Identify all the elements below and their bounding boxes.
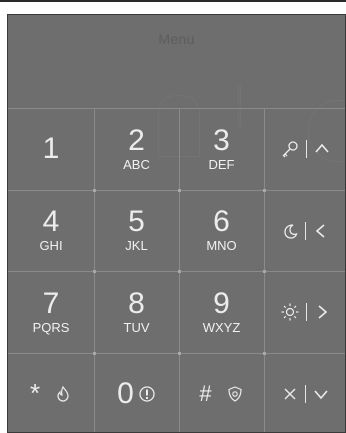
- keypad-grid: 1 2 ABC 3 DEF 4 GHI 5 JKL 6 MNO 7 PQRS 8…: [8, 108, 345, 432]
- key-hash[interactable]: #: [179, 353, 264, 432]
- grid-dot: [263, 189, 266, 192]
- key-digit: 7: [42, 286, 60, 320]
- keypad-panel: Menu 1 2 ABC 3 DEF 4 GHI 5 JKL 6 MNO 7 P…: [7, 14, 346, 433]
- divider: [306, 140, 307, 158]
- key-star[interactable]: *: [8, 353, 94, 432]
- emergency-icon: [139, 385, 155, 402]
- shield-icon: [228, 385, 242, 402]
- key-2[interactable]: 2 ABC: [94, 108, 179, 190]
- moon-icon: [284, 223, 298, 239]
- grid-dot: [263, 270, 266, 273]
- close-icon: [284, 388, 296, 399]
- key-digit: 3: [213, 123, 230, 157]
- side-key-right[interactable]: [264, 271, 345, 353]
- key-digit: 2: [128, 123, 145, 157]
- grid-dot: [93, 270, 96, 273]
- key-7[interactable]: 7 PQRS: [8, 271, 94, 353]
- key-digit: 6: [213, 205, 230, 238]
- menu-title: Menu: [158, 31, 195, 47]
- zero-digit: 0: [117, 376, 134, 410]
- key-digit: 1: [42, 131, 60, 165]
- divider: [306, 303, 307, 321]
- top-border: [0, 0, 346, 2]
- sun-icon: [281, 303, 299, 321]
- star-symbol: *: [29, 378, 41, 408]
- key-letters: JKL: [125, 238, 148, 253]
- side-key-up[interactable]: [264, 108, 345, 190]
- key-digit: 8: [128, 286, 145, 320]
- key-1[interactable]: 1: [8, 108, 94, 190]
- key-letters: GHI: [39, 238, 63, 253]
- chevron-left-icon: [315, 223, 325, 238]
- key-icon: [282, 141, 298, 158]
- key-4[interactable]: 4 GHI: [8, 190, 94, 271]
- chevron-right-icon: [318, 305, 328, 319]
- key-letters: WXYZ: [202, 319, 241, 335]
- grid-dot: [93, 189, 96, 192]
- hash-symbol: #: [199, 380, 212, 406]
- key-digit: 4: [42, 205, 60, 238]
- key-letters: DEF: [208, 156, 235, 172]
- key-9[interactable]: 9 WXYZ: [179, 271, 264, 353]
- key-3[interactable]: 3 DEF: [179, 108, 264, 190]
- screen: Menu 1 2 ABC 3 DEF 4 GHI 5 JKL 6 MNO 7 P…: [0, 0, 346, 433]
- side-key-down[interactable]: [264, 353, 345, 432]
- key-digit: 5: [128, 205, 145, 238]
- divider: [305, 384, 306, 403]
- grid-dot: [178, 270, 181, 273]
- key-letters: MNO: [206, 238, 237, 253]
- key-letters: ABC: [123, 156, 150, 172]
- grid-dot: [263, 352, 266, 355]
- flame-icon: [57, 385, 69, 402]
- key-8[interactable]: 8 TUV: [94, 271, 179, 353]
- grid-dot: [178, 352, 181, 355]
- side-key-left[interactable]: [264, 190, 345, 271]
- key-digit: 9: [213, 286, 230, 320]
- key-zero[interactable]: 0: [94, 353, 179, 432]
- chevron-down-icon: [314, 389, 328, 399]
- key-6[interactable]: 6 MNO: [179, 190, 264, 271]
- key-letters: TUV: [123, 319, 150, 335]
- chevron-up-icon: [315, 143, 329, 153]
- key-5[interactable]: 5 JKL: [94, 190, 179, 271]
- grid-dot: [93, 352, 96, 355]
- key-letters: PQRS: [32, 319, 70, 335]
- divider: [305, 221, 306, 240]
- grid-dot: [178, 189, 181, 192]
